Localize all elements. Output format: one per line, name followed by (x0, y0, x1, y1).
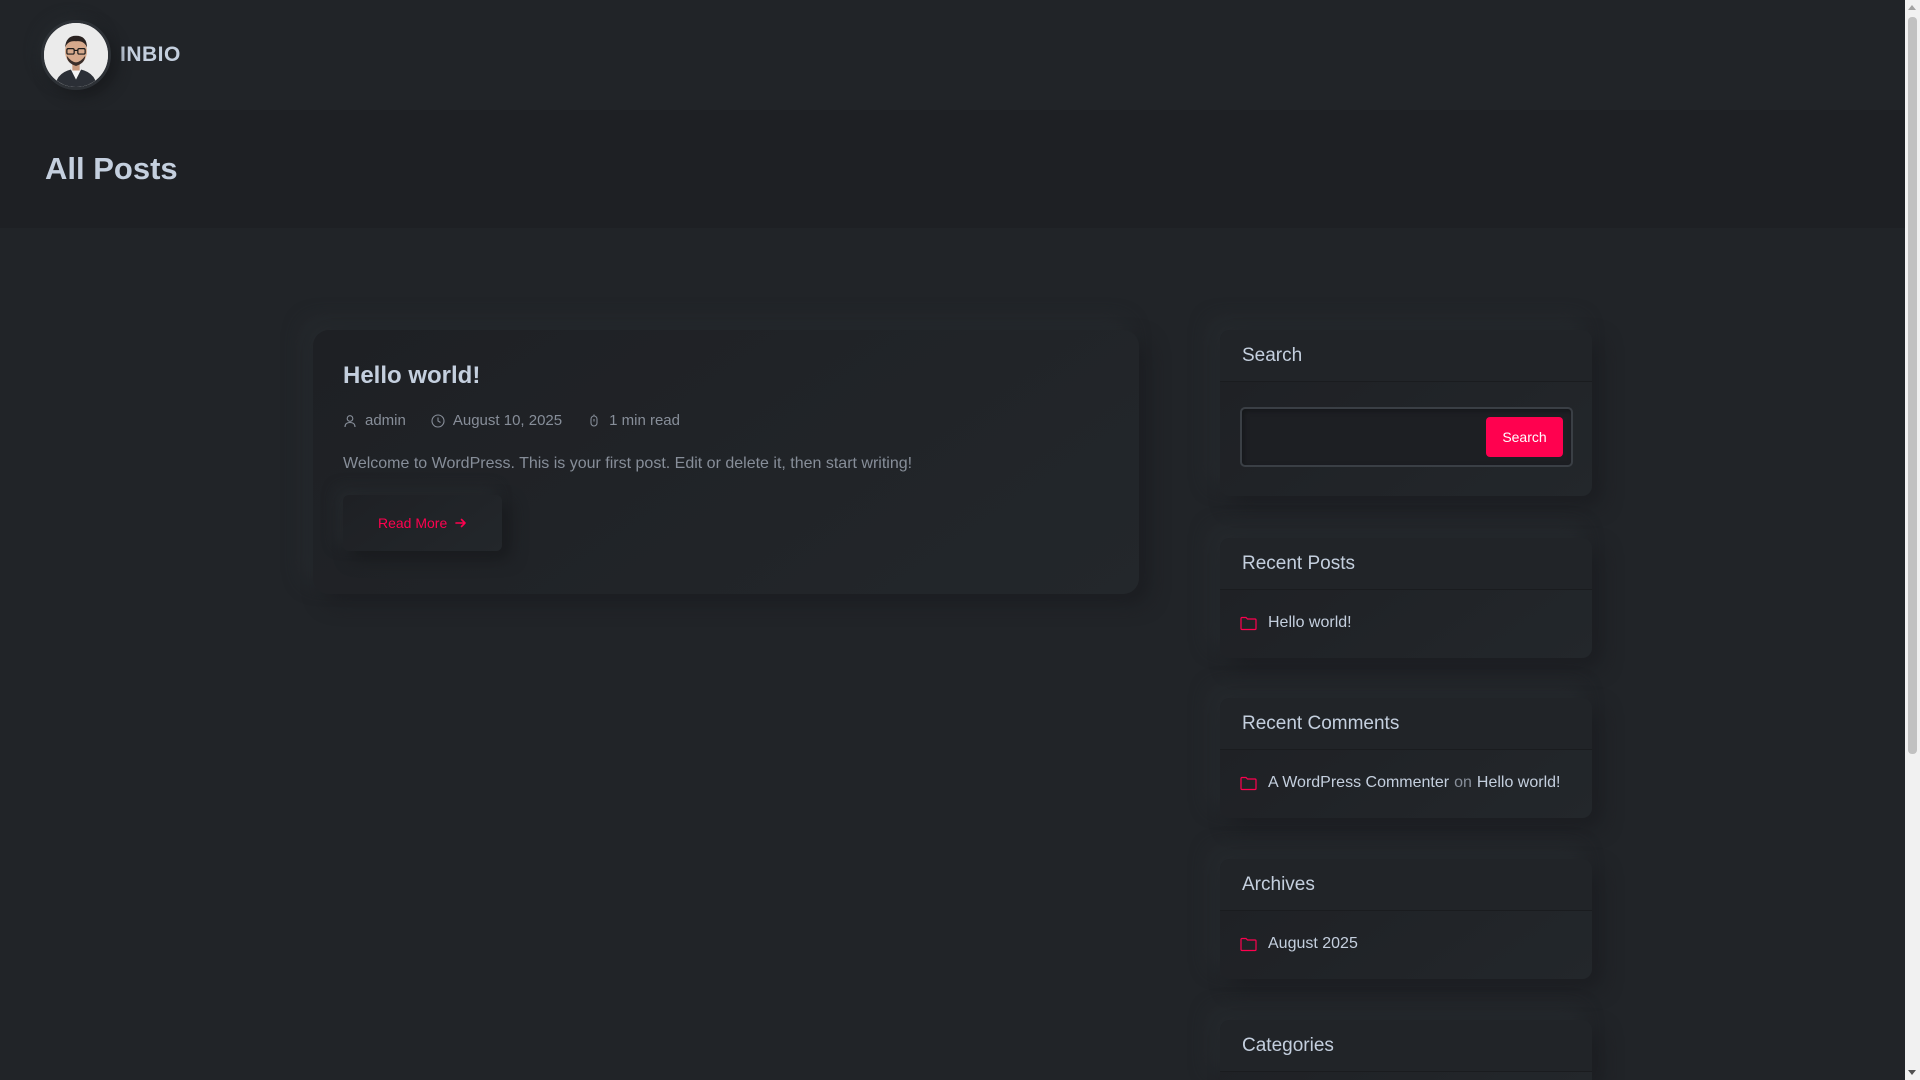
read-more-label: Read More (378, 515, 448, 531)
page-banner: All Posts (0, 110, 1905, 228)
post-read-time: 1 min read (587, 412, 680, 429)
user-icon (344, 414, 356, 427)
search-widget-title: Search (1220, 330, 1592, 382)
scroll-down-icon[interactable] (1908, 1070, 1916, 1075)
post-excerpt: Welcome to WordPress. This is your first… (343, 455, 913, 472)
logo-avatar[interactable] (41, 20, 111, 90)
search-widget: Search Search (1220, 330, 1592, 496)
post-title[interactable]: Hello world! (343, 362, 1109, 390)
scroll-thumb[interactable] (1908, 17, 1917, 754)
folder-icon (1240, 776, 1257, 790)
clock-icon (431, 413, 445, 428)
stopwatch-icon (590, 414, 598, 427)
recent-posts-title: Recent Posts (1220, 538, 1592, 590)
recent-comment-item: A WordPress Commenter on Hello world! (1240, 774, 1572, 792)
recent-comments-widget: Recent Comments A WordPress Commenter on… (1220, 698, 1592, 818)
recent-post-item: Hello world! (1240, 614, 1572, 632)
folder-icon (1240, 616, 1257, 630)
categories-widget: Categories (1220, 1020, 1592, 1080)
page-scrollbar[interactable] (1905, 0, 1920, 1080)
post-meta: admin August 10, 2025 1 min read (343, 412, 1109, 429)
site-header: INBIO (0, 0, 1905, 110)
post-card: Hello world! admin August 10, 2025 1 min… (313, 330, 1139, 594)
avatar-portrait-icon (44, 23, 108, 87)
read-more-button[interactable]: Read More (343, 495, 503, 551)
logo-text[interactable]: INBIO (120, 43, 181, 67)
folder-icon (1240, 937, 1257, 951)
search-button[interactable]: Search (1486, 417, 1563, 457)
comment-post-link[interactable]: Hello world! (1477, 774, 1561, 792)
post-read-time-label: 1 min read (609, 412, 680, 429)
recent-comments-title: Recent Comments (1220, 698, 1592, 750)
archives-widget: Archives August 2025 (1220, 859, 1592, 979)
arrow-right-icon (455, 518, 467, 528)
post-author[interactable]: admin (343, 412, 406, 429)
comment-author-link[interactable]: A WordPress Commenter (1268, 774, 1449, 792)
post-author-label: admin (365, 412, 406, 429)
archive-link[interactable]: August 2025 (1268, 935, 1358, 953)
archive-item: August 2025 (1240, 935, 1572, 953)
scroll-up-icon[interactable] (1908, 5, 1916, 10)
comment-on-text: on (1454, 774, 1472, 791)
archives-title: Archives (1220, 859, 1592, 911)
post-date-label: August 10, 2025 (452, 412, 563, 429)
post-date: August 10, 2025 (431, 412, 562, 429)
search-box: Search (1240, 407, 1573, 467)
categories-title: Categories (1220, 1020, 1592, 1072)
page-title: All Posts (45, 151, 178, 186)
recent-posts-widget: Recent Posts Hello world! (1220, 538, 1592, 658)
recent-post-link[interactable]: Hello world! (1268, 614, 1352, 632)
search-input[interactable] (1242, 409, 1486, 465)
